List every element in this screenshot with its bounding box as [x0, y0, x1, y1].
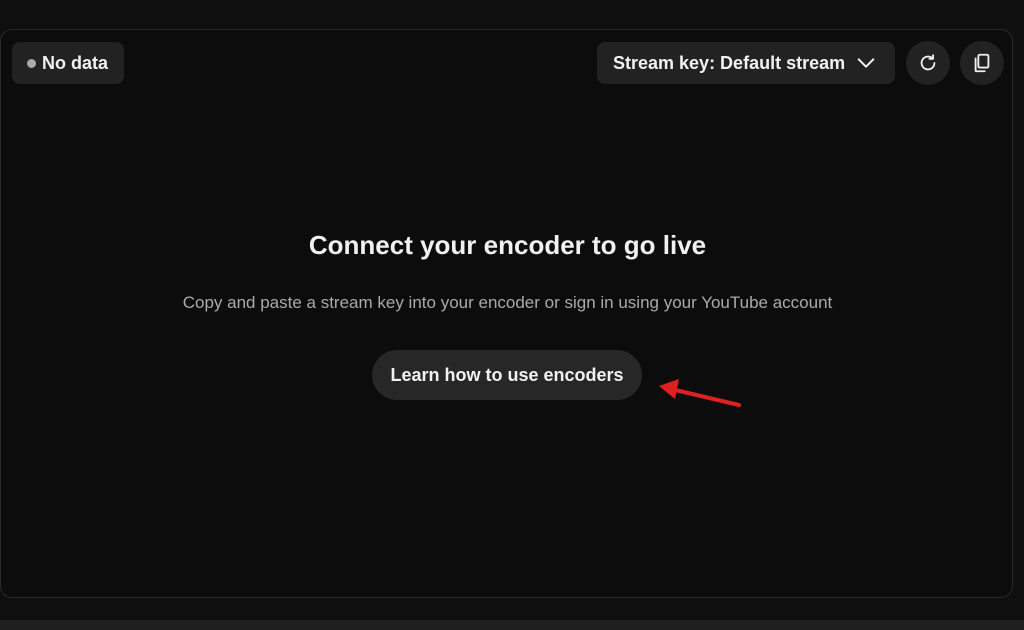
- bottom-divider: [0, 620, 1024, 630]
- stream-key-label: Stream key: Default stream: [613, 52, 846, 73]
- chevron-down-icon: [857, 58, 875, 68]
- learn-encoders-button[interactable]: Learn how to use encoders: [372, 350, 642, 400]
- encoder-description: Copy and paste a stream key into your en…: [182, 293, 833, 312]
- red-arrow-annotation-icon: [659, 379, 741, 407]
- encoder-preview-panel: No data Stream key: Default stream Conne…: [0, 29, 1013, 598]
- page-title: Connect your encoder to go live: [308, 230, 707, 260]
- stream-status-chip: No data: [12, 42, 125, 84]
- live-stream-page: No data Stream key: Default stream Conne…: [0, 0, 1024, 630]
- status-dot-icon: [27, 58, 36, 68]
- stream-key-dropdown[interactable]: Stream key: Default stream: [597, 42, 895, 84]
- copy-button[interactable]: [960, 41, 1004, 85]
- refresh-button[interactable]: [906, 41, 950, 85]
- refresh-icon: [920, 54, 936, 71]
- copy-icon: [974, 53, 990, 73]
- stream-status-label: No data: [42, 52, 109, 73]
